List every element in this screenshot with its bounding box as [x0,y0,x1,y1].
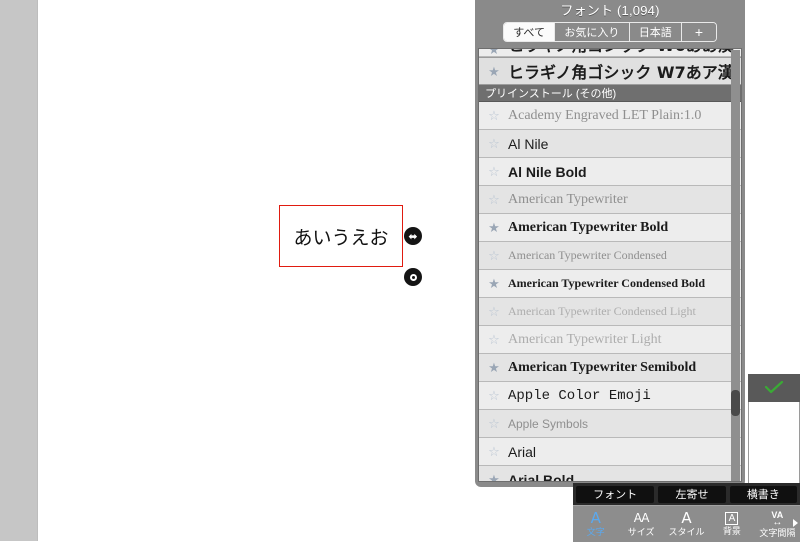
checkmark-icon[interactable] [764,381,784,395]
star-outline-icon[interactable]: ☆ [485,333,503,346]
toolbar-label-size: サイズ [627,527,655,537]
star-filled-icon[interactable]: ★ [485,49,503,56]
font-list-frame[interactable]: ★ ヒラギノ角ゴシック W6ああ漢 ★ ヒラギノ角ゴシック W7あア漢プリインストール… [478,48,742,482]
font-name-label: American Typewriter Condensed [508,248,667,262]
font-list-item[interactable]: ☆ American Typewriter [479,186,741,214]
font-list-item[interactable]: ☆ American Typewriter Condensed [479,242,741,270]
format-pill-writing-direction[interactable]: 横書き [729,485,797,503]
font-list-item[interactable]: ★ ヒラギノ角ゴシック W6ああ漢 [479,49,741,57]
letter-spacing-icon: VA ↔ [771,510,783,528]
textbox-frame[interactable]: あいうえお [279,205,403,267]
font-picker-popover[interactable]: フォント (1,094) すべて お気に入り 日本語 + ★ ヒラギノ角ゴシック … [475,0,745,487]
font-list-item[interactable]: ☆ American Typewriter Condensed Light [479,298,741,326]
chevron-right-icon[interactable] [793,519,799,527]
rotate-handle-icon[interactable] [404,268,422,286]
selected-textbox[interactable]: あいうえお ⬌ [279,205,422,286]
toolbar-label-background: 背景 [722,526,741,536]
toolbar-item-letter-spacing[interactable]: VA ↔ 文字間隔 [755,506,800,542]
star-filled-icon[interactable]: ★ [485,277,503,290]
star-outline-icon[interactable]: ☆ [485,389,503,402]
font-name-label: American Typewriter Condensed Bold [508,276,705,290]
star-outline-icon[interactable]: ☆ [485,109,503,122]
font-name-label: Al Nile [508,135,549,152]
resize-arrow-glyph: ⬌ [408,229,418,243]
font-list-item[interactable]: ☆ Arial [479,438,741,466]
font-name-label: American Typewriter Light [508,331,662,347]
font-tab-all[interactable]: すべて [504,23,556,41]
font-name-label: American Typewriter Bold [508,219,669,235]
font-name-label: American Typewriter Condensed Light [508,304,696,318]
font-name-label: Apple Symbols [508,416,589,431]
font-list-item[interactable]: ★ ヒラギノ角ゴシック W7あア漢 [479,57,741,85]
text-format-toolbar[interactable]: フォント 左寄せ 横書き A 文字 AA サイズ A スタイル A 背景 VA … [573,483,800,542]
format-toolbar-icon-row[interactable]: A 文字 AA サイズ A スタイル A 背景 VA ↔ 文字間隔 [573,505,800,542]
text-size-icon: AA [633,511,650,525]
star-filled-icon[interactable]: ★ [485,473,503,481]
star-filled-icon[interactable]: ★ [485,221,503,234]
font-tab-japanese[interactable]: 日本語 [629,23,683,41]
font-filter-tabs[interactable]: すべて お気に入り 日本語 + [503,22,717,42]
font-list-scroll-thumb[interactable] [731,390,740,416]
toolbar-label-character: 文字 [586,527,605,537]
font-list-item[interactable]: ☆ Academy Engraved LET Plain:1.0 [479,102,741,130]
font-list-item[interactable]: ★ Arial Bold [479,466,741,482]
font-name-label: Arial [508,443,537,460]
format-pill-align[interactable]: 左寄せ [658,485,726,503]
font-list-item[interactable]: ★ American Typewriter Semibold [479,354,741,382]
text-background-glyph: A [728,512,736,524]
textbox-text: あいうえお [293,226,389,249]
font-name-label: Academy Engraved LET Plain:1.0 [508,107,702,123]
canvas-left-gutter [0,0,38,541]
font-group-header: プリインストール (その他) [479,85,741,102]
text-background-icon: A [725,512,739,525]
toolbar-item-background[interactable]: A 背景 [709,506,754,542]
font-list-item[interactable]: ☆ Al Nile [479,130,741,158]
text-style-icon: A [681,509,692,527]
letter-spacing-arrow-glyph: ↔ [772,516,783,528]
font-name-label: ヒラギノ角ゴシック W6ああ漢 [508,49,734,56]
font-name-label: ヒラギノ角ゴシック W7あア漢 [508,63,734,82]
star-outline-icon[interactable]: ☆ [485,249,503,262]
font-list-item[interactable]: ☆ Apple Symbols [479,410,741,438]
resize-horizontal-icon[interactable]: ⬌ [404,227,422,245]
font-picker-title: フォント (1,094) [560,3,660,18]
format-pill-font[interactable]: フォント [576,485,655,503]
font-tab-favorites[interactable]: お気に入り [555,23,630,41]
font-list-item[interactable]: ☆ Al Nile Bold [479,158,741,186]
font-list: ★ ヒラギノ角ゴシック W6ああ漢 ★ ヒラギノ角ゴシック W7あア漢プリインストール… [479,49,741,482]
font-list-item[interactable]: ★ American Typewriter Bold [479,214,741,242]
toolbar-label-style: スタイル [668,527,705,537]
toolbar-item-style[interactable]: A スタイル [664,506,709,542]
font-list-item[interactable]: ☆ American Typewriter Light [479,326,741,354]
star-outline-icon[interactable]: ☆ [485,445,503,458]
font-list-item[interactable]: ☆ Apple Color Emoji [479,382,741,410]
star-outline-icon[interactable]: ☆ [485,165,503,178]
star-filled-icon[interactable]: ★ [485,65,503,78]
star-outline-icon[interactable]: ☆ [485,137,503,150]
toolbar-item-size[interactable]: AA サイズ [618,506,663,542]
font-name-label: Al Nile Bold [508,163,587,180]
font-name-label: American Typewriter Semibold [508,359,697,375]
font-tab-add-button[interactable]: + [682,23,716,41]
star-outline-icon[interactable]: ☆ [485,417,503,430]
star-outline-icon[interactable]: ☆ [485,305,503,318]
toolbar-item-character[interactable]: A 文字 [573,506,618,542]
confirm-card-header[interactable] [748,374,800,402]
font-name-label: American Typewriter [508,191,628,207]
font-list-scrollbar[interactable] [731,50,740,481]
toolbar-label-letter-spacing: 文字間隔 [759,527,796,538]
font-list-item[interactable]: ★ American Typewriter Condensed Bold [479,270,741,298]
font-name-label: Arial Bold [508,471,575,482]
text-character-icon: A [590,509,601,527]
star-filled-icon[interactable]: ★ [485,361,503,374]
star-outline-icon[interactable]: ☆ [485,193,503,206]
font-name-label: Apple Color Emoji [508,387,651,404]
format-toolbar-pill-row[interactable]: フォント 左寄せ 横書き [573,483,800,505]
